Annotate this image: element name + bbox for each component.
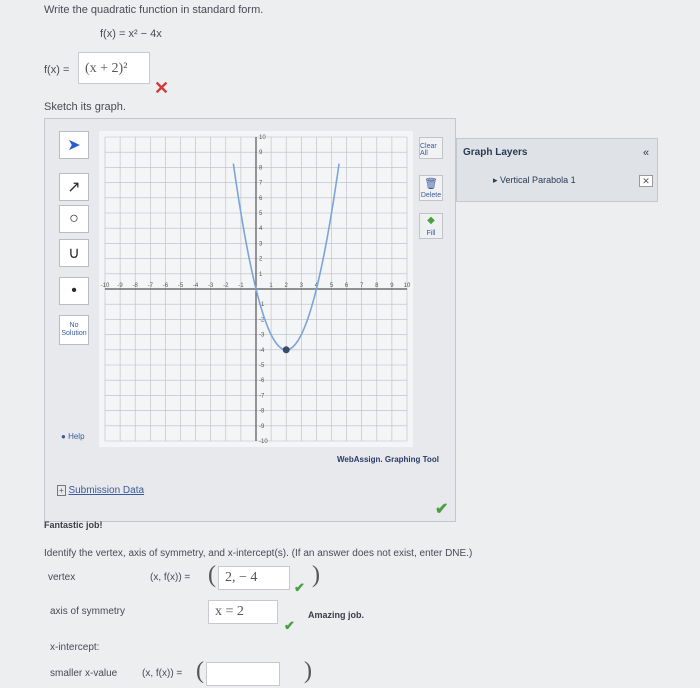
clear-all-button[interactable]: Clear All [419, 137, 443, 159]
standard-form-input[interactable]: (x + 2)² [78, 52, 150, 84]
xint-label: x-intercept: [50, 642, 100, 653]
triangle-right-icon: ▸ [493, 175, 498, 185]
y-tick-label: -10 [259, 439, 268, 445]
delete-label: Delete [420, 192, 442, 199]
remove-layer-icon[interactable]: ✕ [639, 175, 653, 187]
open-paren: ( [208, 562, 216, 588]
vertex-correct-icon: ✔ [294, 580, 305, 595]
delete-button[interactable]: 🗑 Delete [419, 175, 443, 201]
y-tick-label: 10 [259, 135, 266, 141]
y-tick-label: -8 [259, 409, 265, 415]
axis-label: axis of symmetry [50, 606, 126, 617]
vertex-point[interactable] [282, 346, 290, 354]
x-tick-label: -9 [117, 283, 123, 289]
graphing-tool: ➤ ↗ ○ ∪ • No Solution ● Help -10 -9 -8 -7 -6… [44, 118, 456, 522]
layer-item[interactable]: ▸ Vertical Parabola 1 [493, 175, 576, 186]
graph-correct-icon: ✔ [435, 501, 449, 518]
pointer-icon: ➤ [67, 137, 81, 154]
graph-canvas[interactable]: -10 -9 -8 -7 -6 -5 -4 -3 -2 -1 1 2 3 4 5 6 7 8 9 1010987654… [99, 131, 413, 447]
x-tick-label: -6 [163, 283, 169, 289]
submission-data-label: Submission Data [68, 485, 145, 496]
point-tool[interactable]: • [59, 277, 89, 305]
given-function: f(x) = x² − 4x [100, 28, 162, 40]
problem-prompt: Write the quadratic function in standard… [44, 4, 264, 16]
graph-layers-title: Graph Layers [463, 147, 528, 158]
axis-input[interactable]: x = 2 [208, 600, 278, 624]
x-tick-label: -7 [148, 283, 154, 289]
graph-layers-panel: Graph Layers « ▸ Vertical Parabola 1 ✕ [456, 138, 658, 202]
feedback-text: Fantastic job! [44, 520, 103, 530]
axis-feedback: Amazing job. [308, 610, 364, 620]
xint-input[interactable] [206, 662, 280, 686]
answer-label: f(x) = [44, 64, 70, 76]
x-tick-label: -5 [178, 283, 184, 289]
x-tick-label: -2 [223, 283, 229, 289]
vertex-label: vertex [48, 572, 76, 583]
submission-data-toggle[interactable]: + Submission Data [57, 485, 144, 496]
help-icon: ● [61, 432, 66, 441]
pointer-tool[interactable]: ➤ [59, 131, 89, 159]
fill-label: Fill [426, 230, 436, 237]
xint-coord-label: (x, f(x)) = [142, 668, 183, 679]
circle-tool[interactable]: ○ [59, 205, 89, 233]
expand-icon: + [57, 485, 66, 496]
smaller-x-label: smaller x-value [50, 668, 118, 679]
y-tick-label: -6 [259, 378, 265, 384]
brand-label: WebAssign. Graphing Tool [337, 455, 439, 464]
y-tick-label: -7 [259, 393, 265, 399]
parabola-icon: ∪ [68, 245, 80, 262]
incorrect-icon: ✕ [154, 78, 170, 98]
x-tick-label: 10 [404, 283, 411, 289]
collapse-icon[interactable]: « [643, 147, 649, 159]
given-rhs: x² − 4x [128, 28, 162, 40]
given-lhs: f(x) = [100, 28, 126, 40]
parabola-tool[interactable]: ∪ [59, 239, 89, 267]
x-tick-label: -8 [133, 283, 139, 289]
x-tick-label: -3 [208, 283, 214, 289]
vertex-input[interactable]: 2, − 4 [218, 566, 290, 590]
fill-icon: ◆ [427, 215, 435, 226]
axis-correct-icon: ✔ [284, 618, 295, 633]
trash-icon: 🗑 [424, 178, 438, 190]
y-tick-label: -9 [259, 424, 265, 430]
y-tick-label: -5 [259, 363, 265, 369]
x-tick-label: -10 [101, 283, 110, 289]
y-tick-label: -4 [259, 348, 265, 354]
layer-item-label: Vertical Parabola 1 [500, 175, 576, 185]
xint-open-paren: ( [196, 658, 204, 684]
line-icon: ↗ [67, 179, 81, 196]
clear-all-label: Clear All [420, 143, 437, 157]
point-icon: • [71, 282, 77, 299]
help-label: Help [68, 432, 85, 441]
xint-close-paren: ) [304, 658, 312, 684]
y-tick-label: -3 [259, 333, 265, 339]
x-tick-label: -4 [193, 283, 199, 289]
question-2: Identify the vertex, axis of symmetry, a… [44, 548, 473, 559]
circle-icon: ○ [69, 210, 79, 227]
vertex-coord-label: (x, f(x)) = [150, 572, 191, 583]
sketch-prompt: Sketch its graph. [44, 101, 126, 113]
line-tool[interactable]: ↗ [59, 173, 89, 201]
x-tick-label: -1 [238, 283, 244, 289]
fill-button[interactable]: ◆ Fill [419, 213, 443, 239]
no-solution-button[interactable]: No Solution [59, 315, 89, 345]
help-link[interactable]: ● Help [61, 432, 85, 441]
close-paren: ) [312, 562, 320, 588]
